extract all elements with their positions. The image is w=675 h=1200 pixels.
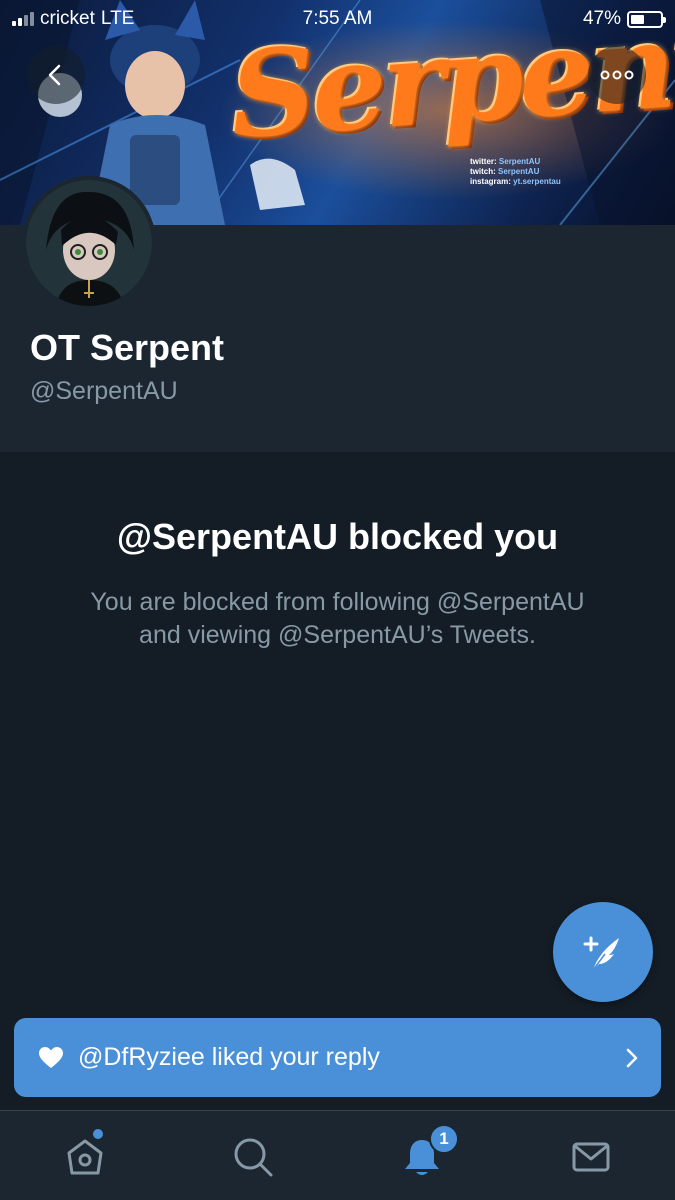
compose-tweet-button[interactable] (553, 902, 653, 1002)
social-value-instagram: yt.serpentau (513, 177, 561, 186)
toast-message: @DfRyziee liked your reply (78, 1043, 380, 1071)
social-label-instagram: instagram: (470, 177, 511, 186)
like-notification-toast[interactable]: @DfRyziee liked your reply (14, 1018, 661, 1097)
profile-screen: Serpent twitter: SerpentAU twitch: Serpe… (0, 0, 675, 1200)
back-button[interactable] (27, 46, 85, 104)
more-horizontal-icon (600, 70, 634, 80)
tab-messages[interactable] (567, 1133, 615, 1181)
blocked-title: @SerpentAU blocked you (116, 516, 559, 557)
blocked-description: You are blocked from following @SerpentA… (40, 586, 635, 652)
chevron-right-icon (626, 1048, 638, 1067)
battery-icon (627, 10, 666, 28)
mail-icon (572, 1142, 610, 1172)
bottom-tab-bar: 1 (0, 1110, 675, 1200)
social-value-twitch: SerpentAU (498, 167, 540, 176)
social-value-twitter: SerpentAU (498, 157, 541, 166)
more-options-button[interactable] (588, 46, 646, 104)
social-label-twitch: twitch: (470, 167, 496, 176)
tab-home[interactable] (61, 1133, 109, 1181)
compose-tweet-icon (583, 936, 619, 971)
status-time: 7:55 AM (302, 8, 373, 29)
profile-display-name: OT Serpent (30, 327, 225, 368)
home-icon (67, 1139, 103, 1175)
chevron-left-icon (48, 64, 61, 86)
blocked-description-line-1: You are blocked from following @SerpentA… (90, 588, 585, 616)
status-bar: cricket LTE 7:55 AM 47% (0, 0, 675, 38)
notifications-badge: 1 (429, 1124, 459, 1154)
heart-icon (39, 1046, 63, 1068)
avatar-image (26, 180, 152, 306)
battery-level (631, 14, 645, 24)
home-new-content-dot (93, 1129, 103, 1139)
blocked-description-line-2: and viewing @SerpentAU’s Tweets. (139, 621, 536, 649)
profile-handle: @SerpentAU (30, 377, 178, 405)
banner-social-info: twitter: SerpentAU twitch: SerpentAU ins… (470, 157, 561, 187)
status-right: 47% (582, 8, 666, 30)
avatar[interactable] (22, 176, 156, 310)
tab-search[interactable] (229, 1133, 277, 1181)
social-label-twitter: twitter: (470, 157, 497, 166)
battery-percent: 47% (582, 8, 621, 29)
search-icon (234, 1138, 273, 1177)
